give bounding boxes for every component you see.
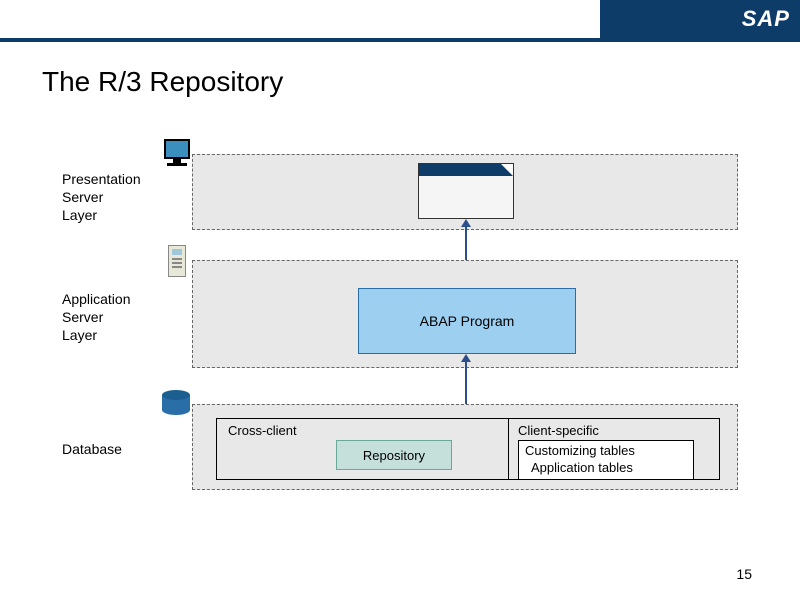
window-titlebar bbox=[419, 164, 513, 176]
application-layer-label: Application Server Layer bbox=[62, 290, 131, 345]
application-tables-label: Application tables bbox=[525, 460, 687, 477]
repository-label: Repository bbox=[363, 448, 425, 463]
page-number: 15 bbox=[736, 566, 752, 582]
presentation-window bbox=[418, 163, 514, 219]
repository-box: Repository bbox=[336, 440, 452, 470]
abap-program-box: ABAP Program bbox=[358, 288, 576, 354]
client-tables-box: Customizing tables Application tables bbox=[518, 440, 694, 480]
diagram-canvas: Presentation Server Layer Application Se… bbox=[0, 0, 800, 600]
database-layer-label: Database bbox=[62, 440, 122, 458]
abap-program-label: ABAP Program bbox=[420, 313, 515, 329]
cross-client-label: Cross-client bbox=[228, 423, 297, 438]
client-specific-label: Client-specific bbox=[518, 423, 599, 438]
presentation-layer-label: Presentation Server Layer bbox=[62, 170, 141, 225]
database-divider bbox=[508, 418, 509, 480]
customizing-tables-label: Customizing tables bbox=[525, 443, 687, 460]
server-icon bbox=[168, 245, 186, 277]
monitor-icon bbox=[161, 139, 193, 171]
database-icon bbox=[162, 390, 190, 418]
